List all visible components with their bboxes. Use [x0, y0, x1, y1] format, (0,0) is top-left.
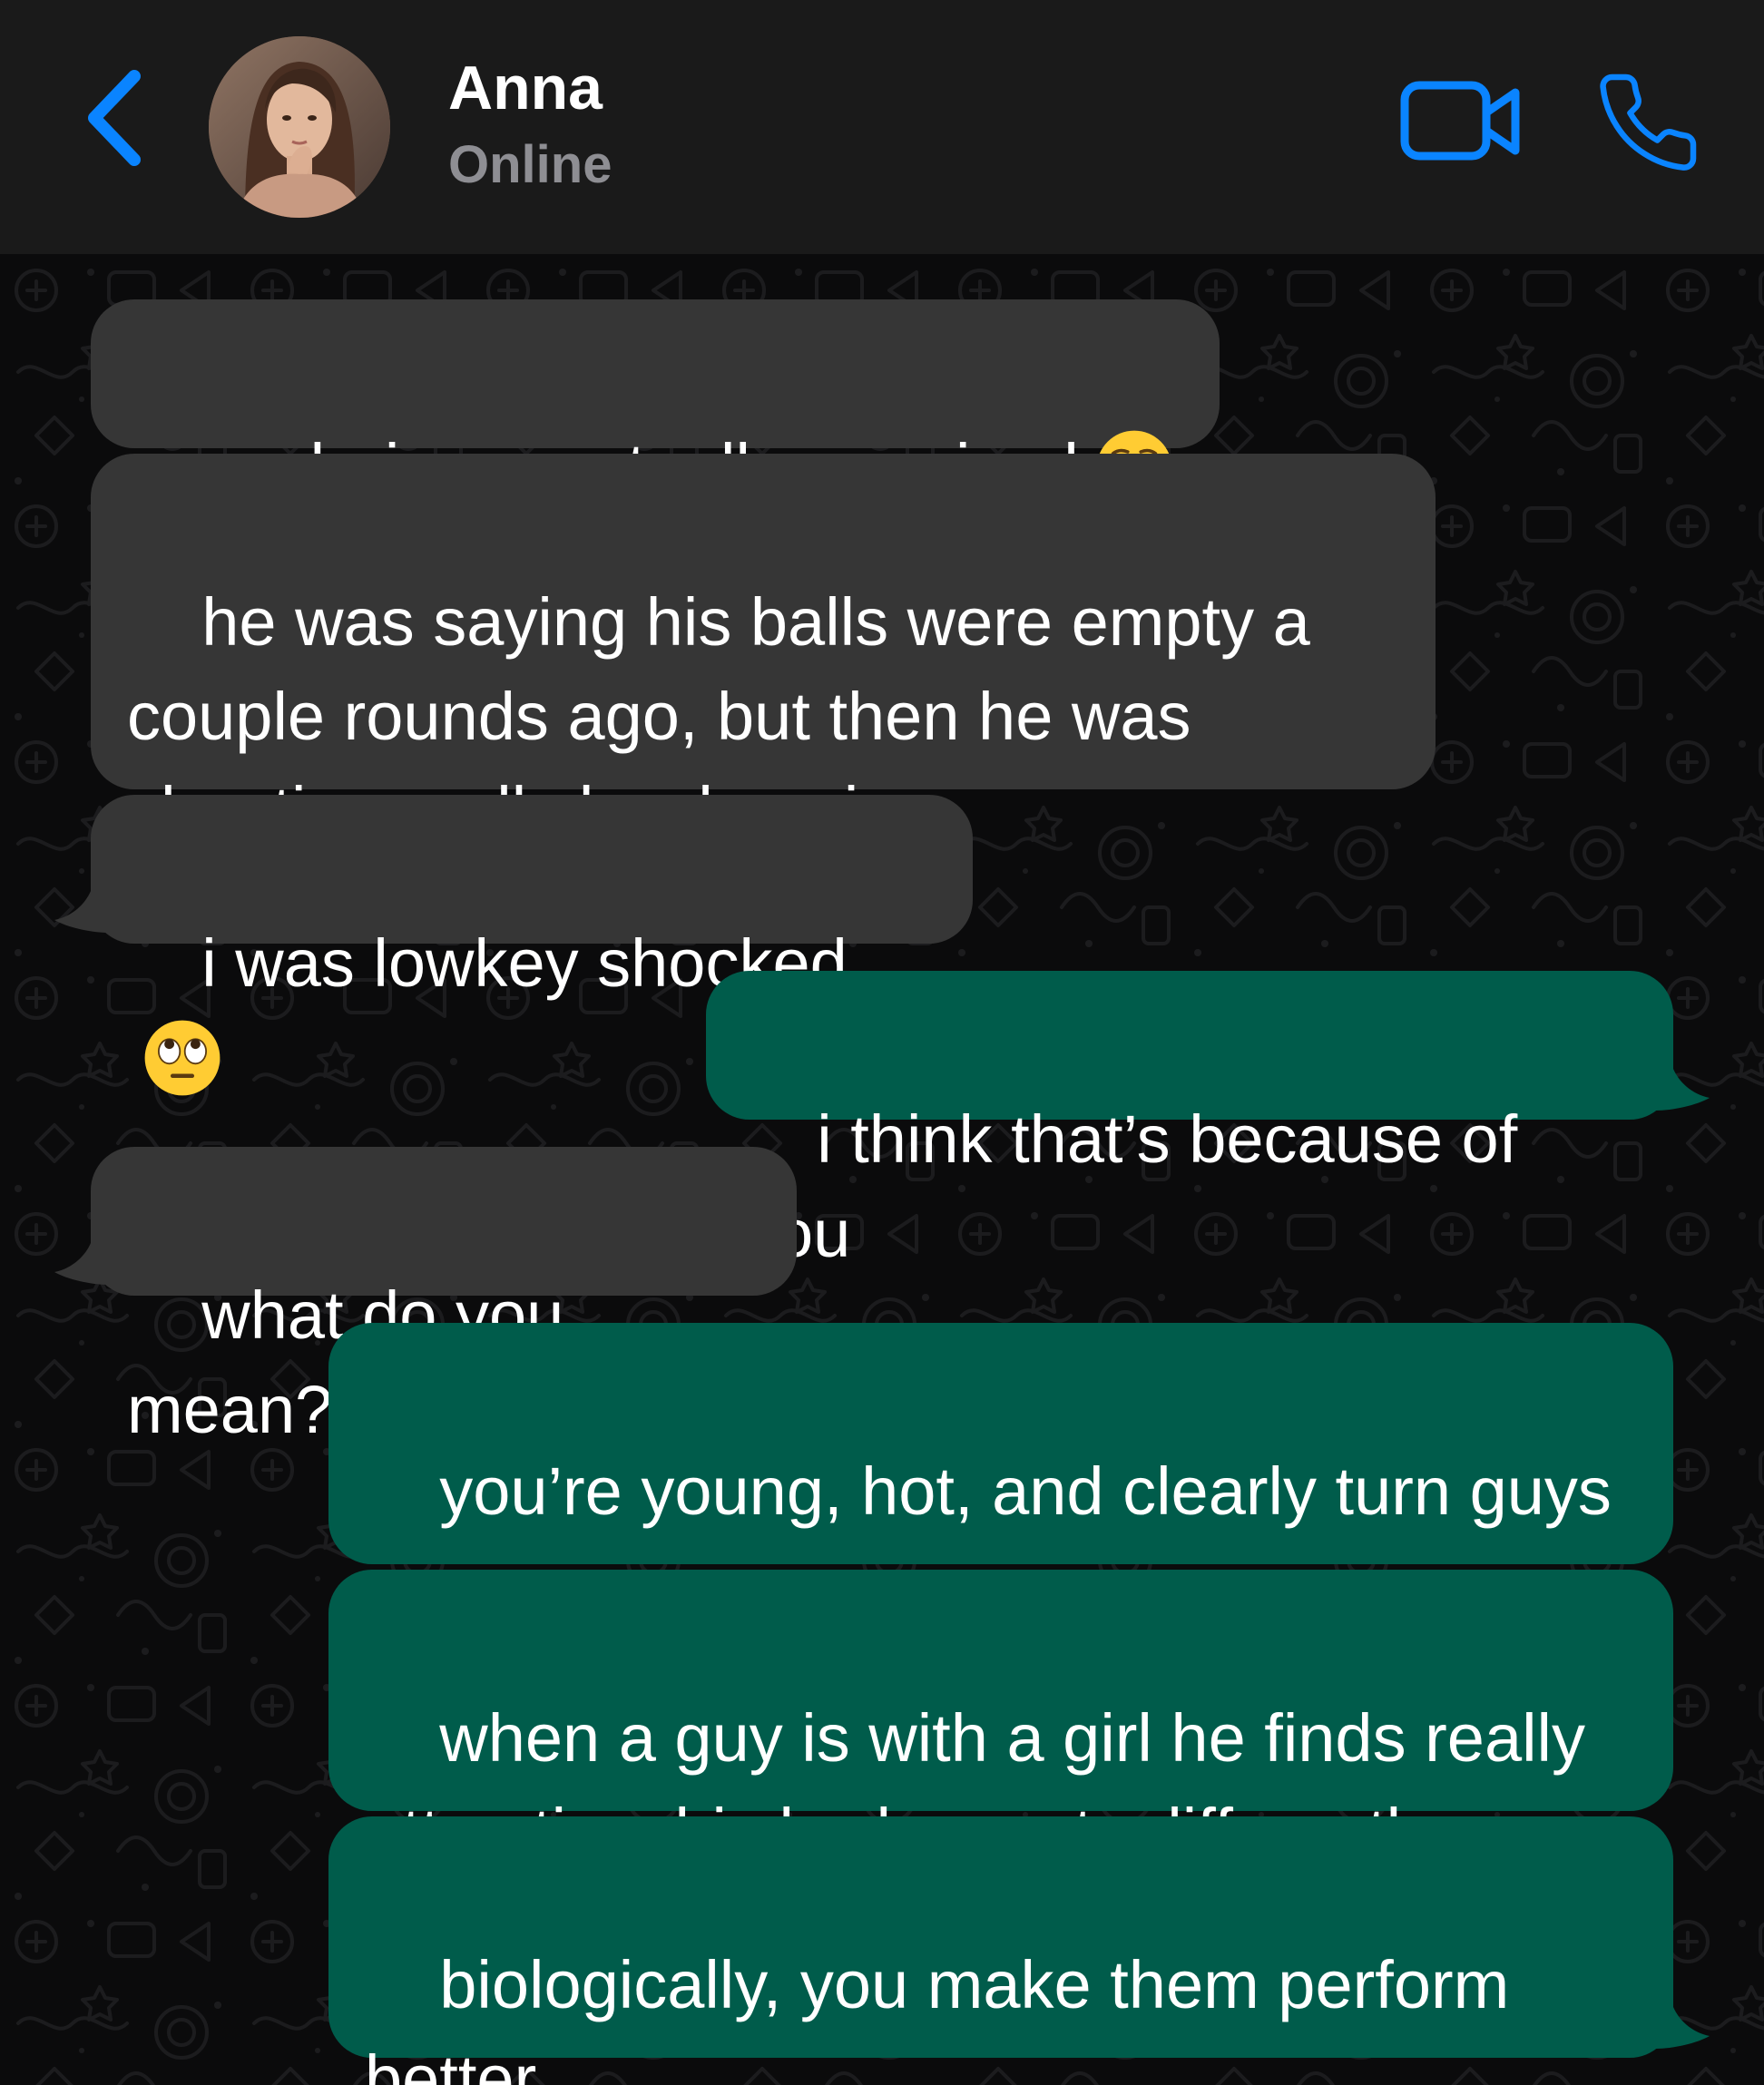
chat-header: Anna Online: [0, 0, 1764, 254]
voice-call-button[interactable]: [1593, 64, 1702, 181]
message-bubble-outgoing[interactable]: when a guy is with a girl he finds reall…: [328, 1570, 1673, 1870]
bubble-tail: [54, 891, 109, 933]
message-bubble-outgoing[interactable]: you’re young, hot, and clearly turn guys…: [328, 1323, 1673, 1623]
video-camera-icon: [1400, 81, 1520, 161]
message-list[interactable]: yeah, i was actually surprised he was sa…: [0, 254, 1764, 2085]
phone-icon: [1600, 73, 1697, 171]
bubble-tail: [1655, 2007, 1710, 2049]
contact-photo: [209, 36, 390, 218]
contact-status: Online: [448, 135, 612, 194]
bubble-tail: [54, 1243, 109, 1285]
message-bubble-incoming[interactable]: he was saying his balls were empty a cou…: [91, 454, 1436, 848]
message-bubble-outgoing[interactable]: biologically, you make them perform bett…: [328, 1816, 1673, 2085]
message-bubble-incoming[interactable]: what do you mean?: [91, 1147, 797, 1447]
contact-name[interactable]: Anna: [448, 53, 603, 123]
bubble-tail: [1655, 1069, 1710, 1111]
message-bubble-incoming[interactable]: yeah, i was actually surprised: [91, 299, 1220, 506]
avatar[interactable]: [209, 36, 390, 218]
message-bubble-outgoing[interactable]: i think that’s because of you: [706, 971, 1673, 1271]
message-bubble-incoming[interactable]: i was lowkey shocked: [91, 795, 973, 1096]
back-button[interactable]: [82, 64, 154, 172]
video-call-button[interactable]: [1397, 73, 1524, 172]
eye-roll-face-emoji: [144, 1021, 220, 1096]
chevron-left-icon: [88, 70, 141, 166]
